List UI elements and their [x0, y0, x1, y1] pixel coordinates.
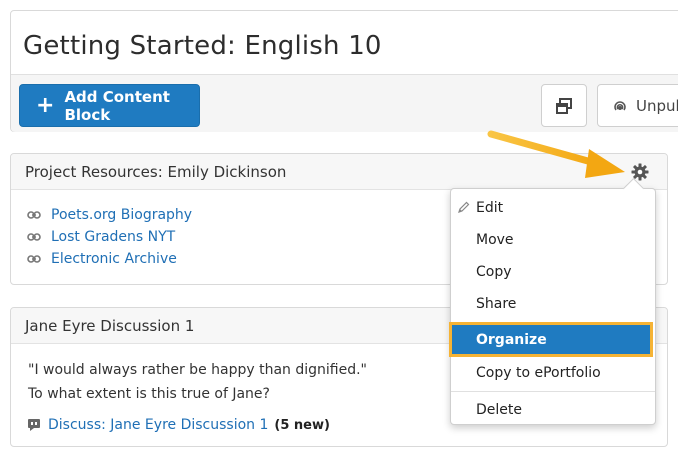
link-label: Lost Gradens NYT [51, 229, 176, 245]
link-lost-gradens[interactable]: Lost Gradens NYT [27, 229, 175, 245]
block-quote-text: "I would always rather be happy than dig… [28, 362, 367, 378]
page-toolbar: + Add Content Block Unpub [11, 74, 678, 132]
menu-item-edit[interactable]: Edit [451, 192, 655, 224]
discussion-link-row: Discuss: Jane Eyre Discussion 1 (5 new) [28, 417, 330, 433]
menu-divider [451, 391, 655, 392]
link-icon [27, 255, 41, 263]
menu-item-label: Copy [476, 264, 512, 280]
arrow-icon [487, 130, 625, 178]
page-header-card: Getting Started: English 10 + Add Conten… [10, 10, 678, 132]
menu-item-copy-to-eportfolio[interactable]: Copy to ePortfolio [451, 357, 655, 389]
link-electronic-archive[interactable]: Electronic Archive [27, 251, 177, 267]
link-icon [27, 233, 41, 241]
menu-item-label: Organize [476, 331, 547, 348]
duplicate-windows-button[interactable] [541, 84, 587, 127]
discussion-link[interactable]: Discuss: Jane Eyre Discussion 1 [48, 417, 268, 433]
link-icon [27, 211, 41, 219]
unpublish-button[interactable]: Unpub [597, 84, 678, 127]
duplicate-windows-icon [556, 97, 572, 114]
add-content-block-button[interactable]: + Add Content Block [19, 84, 200, 127]
menu-item-move[interactable]: Move [451, 224, 655, 256]
page-title: Getting Started: English 10 [23, 31, 382, 61]
link-label: Electronic Archive [51, 251, 177, 267]
block-question-text: To what extent is this true of Jane? [28, 386, 270, 402]
menu-item-label: Move [476, 232, 514, 248]
menu-item-organize[interactable]: Organize [449, 322, 653, 357]
menu-item-label: Copy to ePortfolio [476, 365, 601, 381]
speech-bubble-icon [28, 418, 40, 431]
menu-item-delete[interactable]: Delete [451, 394, 655, 426]
link-label: Poets.org Biography [51, 207, 193, 223]
menu-item-label: Delete [476, 402, 522, 418]
plus-icon: + [36, 92, 55, 118]
block-options-menu: Edit Move Copy Share Organize Copy to eP… [449, 188, 656, 426]
menu-item-copy[interactable]: Copy [451, 256, 655, 288]
menu-item-label: Share [476, 296, 517, 312]
unpublish-label: Unpub [636, 96, 678, 115]
add-content-block-label: Add Content Block [64, 87, 170, 124]
discussion-new-count: (5 new) [274, 417, 330, 433]
link-poets-org[interactable]: Poets.org Biography [27, 207, 192, 223]
broadcast-icon [614, 100, 626, 110]
pencil-icon [458, 201, 470, 213]
menu-item-label: Edit [476, 200, 504, 216]
menu-item-share[interactable]: Share [451, 288, 655, 320]
